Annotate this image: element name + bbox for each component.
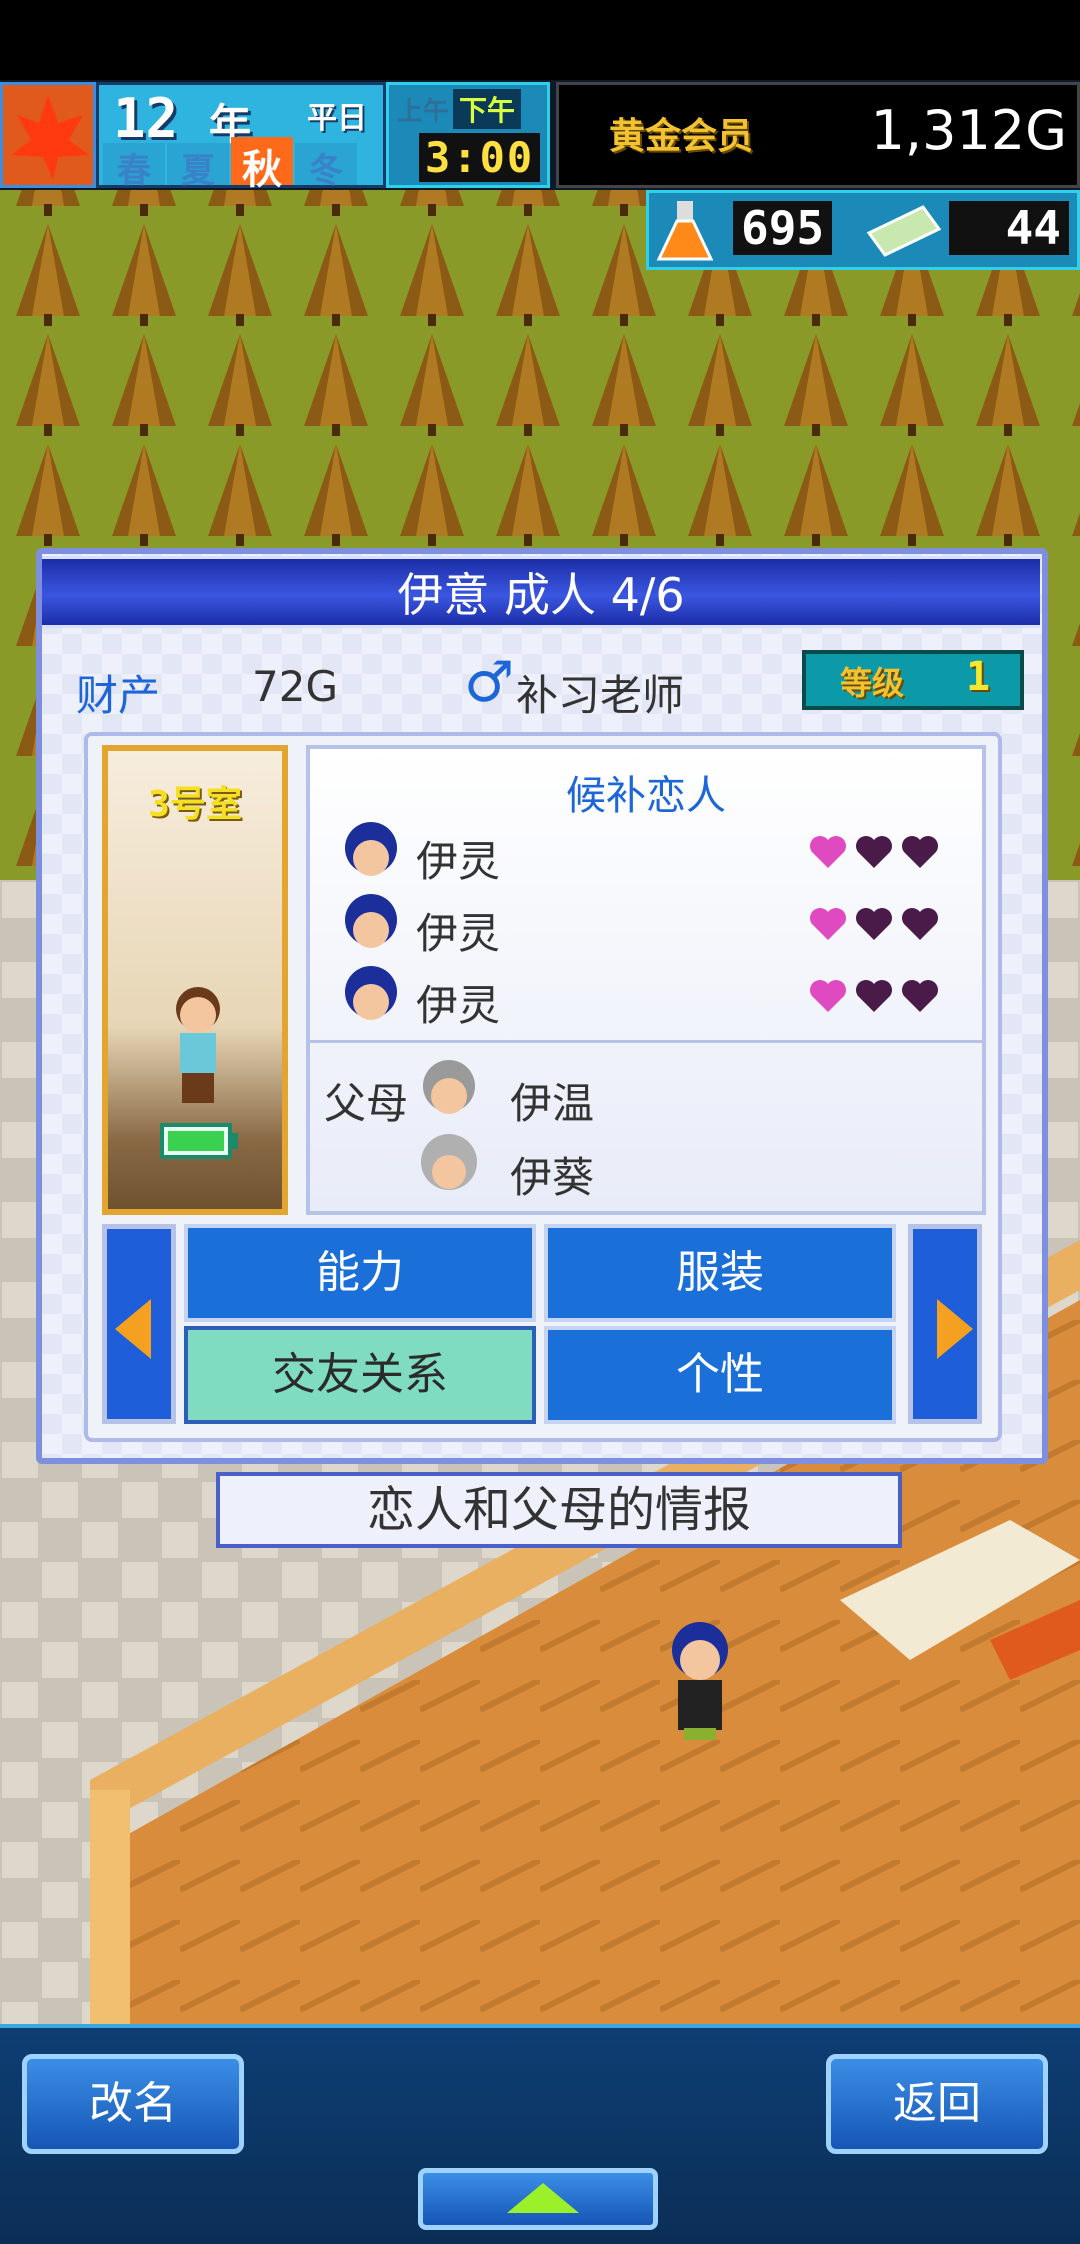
heart-icon	[856, 908, 892, 940]
panel-divider	[310, 1040, 982, 1043]
lovers-header: 候补恋人	[566, 773, 726, 819]
season-emblem	[0, 82, 96, 188]
male-gender-icon: ♂	[464, 650, 515, 715]
parent-avatar	[423, 1060, 475, 1114]
list-item[interactable]: 伊灵	[340, 964, 970, 1030]
ticket-count: 44	[949, 201, 1069, 255]
prev-page-button[interactable]	[102, 1224, 176, 1424]
ticket-icon	[866, 205, 942, 257]
affection-hearts	[802, 978, 940, 1018]
pm-indicator: 下午	[453, 89, 522, 129]
level-value: 1	[966, 654, 991, 700]
tab-clothing[interactable]: 服装	[544, 1224, 896, 1322]
lover-avatar	[345, 894, 397, 948]
up-arrow-icon	[507, 2183, 579, 2213]
clock-time: 3:00	[419, 133, 541, 182]
membership-badge: 黄金会员	[609, 116, 754, 157]
rename-button[interactable]: 改名	[22, 2054, 244, 2154]
money-panel: 黄金会员 1,312G	[556, 82, 1080, 188]
heart-icon	[902, 980, 938, 1012]
assets-value: 72G	[252, 662, 338, 711]
time-panel: 上午 下午 3:00	[386, 82, 550, 188]
season-autumn: 秋	[231, 137, 293, 193]
season-winter: 冬	[295, 143, 357, 191]
day-type: 平日	[307, 101, 367, 136]
tab-personality[interactable]: 个性	[544, 1326, 896, 1424]
expand-menu-button[interactable]	[418, 2168, 658, 2230]
heart-icon	[902, 908, 938, 940]
heart-icon	[810, 980, 846, 1012]
heart-icon	[856, 836, 892, 868]
year-number: 12	[113, 87, 179, 150]
am-indicator: 上午	[397, 97, 450, 127]
date-panel: 12 年 平日 春 夏 秋 冬	[96, 82, 386, 193]
lover-avatar	[345, 966, 397, 1020]
affection-hearts	[802, 906, 940, 946]
parent-name-father[interactable]: 伊温	[510, 1070, 594, 1131]
battery-icon	[160, 1123, 238, 1159]
heart-icon	[810, 908, 846, 940]
list-item[interactable]: 伊灵	[340, 892, 970, 958]
maple-leaf-icon	[11, 95, 89, 180]
lover-name: 伊灵	[416, 909, 501, 958]
list-item[interactable]: 伊灵	[340, 820, 970, 886]
heart-icon	[810, 836, 846, 868]
tab-relationships[interactable]: 交友关系	[184, 1326, 536, 1424]
money-amount: 1,312G	[870, 99, 1067, 162]
occupation-label: 补习老师	[516, 671, 685, 720]
research-points: 695	[733, 201, 833, 255]
resource-strip: 695 44	[646, 190, 1080, 270]
parent-avatar	[421, 1134, 477, 1190]
heart-icon	[902, 836, 938, 868]
lover-name: 伊灵	[416, 837, 501, 886]
right-arrow-icon	[937, 1299, 973, 1359]
flask-icon	[656, 201, 714, 261]
level-label: 等级	[840, 664, 905, 702]
season-spring: 春	[103, 143, 165, 191]
room-label: 3号室	[148, 784, 242, 825]
character-sprite	[176, 987, 220, 1103]
heart-icon	[856, 980, 892, 1012]
level-badge: 等级 1	[802, 650, 1024, 710]
back-button[interactable]: 返回	[826, 2054, 1048, 2154]
parent-name-mother[interactable]: 伊葵	[510, 1144, 594, 1205]
next-page-button[interactable]	[908, 1224, 982, 1424]
status-bar-area	[0, 0, 1080, 80]
lover-name: 伊灵	[416, 981, 501, 1030]
parents-label: 父母	[324, 1079, 409, 1128]
room-card: 3号室	[102, 745, 288, 1215]
assets-label: 财产	[76, 671, 161, 720]
affection-hearts	[802, 834, 940, 874]
left-arrow-icon	[115, 1299, 151, 1359]
info-caption: 恋人和父母的情报	[216, 1472, 902, 1548]
dialog-title: 伊意 成人 4/6	[42, 556, 1040, 628]
season-summer: 夏	[167, 143, 229, 191]
tab-ability[interactable]: 能力	[184, 1224, 536, 1322]
lover-avatar	[345, 822, 397, 876]
